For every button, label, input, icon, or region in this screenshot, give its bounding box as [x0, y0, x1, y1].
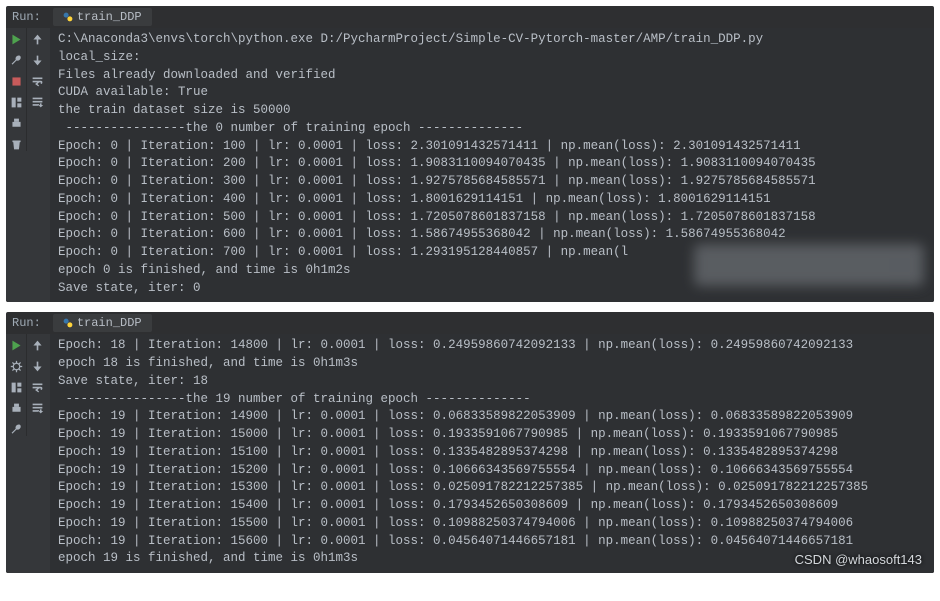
run-tab-label: train_DDP [77, 10, 142, 24]
up-arrow-icon[interactable] [31, 32, 45, 46]
scroll-end-icon[interactable] [31, 401, 45, 415]
run-label: Run: [6, 10, 47, 24]
python-icon [63, 12, 73, 22]
wrench-icon[interactable] [9, 53, 23, 67]
printer-icon[interactable] [9, 116, 23, 130]
scroll-end-icon[interactable] [31, 95, 45, 109]
console-output[interactable]: Epoch: 18 | Iteration: 14800 | lr: 0.000… [50, 334, 934, 573]
run-gutter [6, 28, 50, 302]
run-label: Run: [6, 316, 47, 330]
printer-icon[interactable] [9, 401, 23, 415]
run-tab[interactable]: train_DDP [53, 314, 152, 332]
run-header: Run: train_DDP [6, 312, 934, 334]
run-panel-1: Run: train_DDP [6, 6, 934, 302]
run-gutter [6, 334, 50, 573]
run-panel-2: Run: train_DDP [6, 312, 934, 573]
soft-wrap-icon[interactable] [31, 74, 45, 88]
down-arrow-icon[interactable] [31, 359, 45, 373]
rerun-icon[interactable] [9, 338, 23, 352]
soft-wrap-icon[interactable] [31, 380, 45, 394]
up-arrow-icon[interactable] [31, 338, 45, 352]
run-tab-label: train_DDP [77, 316, 142, 330]
run-header: Run: train_DDP [6, 6, 934, 28]
python-icon [63, 318, 73, 328]
layout-icon[interactable] [9, 380, 23, 394]
rerun-icon[interactable] [9, 32, 23, 46]
down-arrow-icon[interactable] [31, 53, 45, 67]
run-tab[interactable]: train_DDP [53, 8, 152, 26]
wrench-icon[interactable] [9, 422, 23, 436]
watermark: CSDN @whaosoft143 [795, 552, 922, 567]
blurred-region [694, 244, 924, 286]
stop-icon[interactable] [9, 74, 23, 88]
layout-icon[interactable] [9, 95, 23, 109]
trash-icon[interactable] [9, 137, 23, 151]
debug-icon[interactable] [9, 359, 23, 373]
